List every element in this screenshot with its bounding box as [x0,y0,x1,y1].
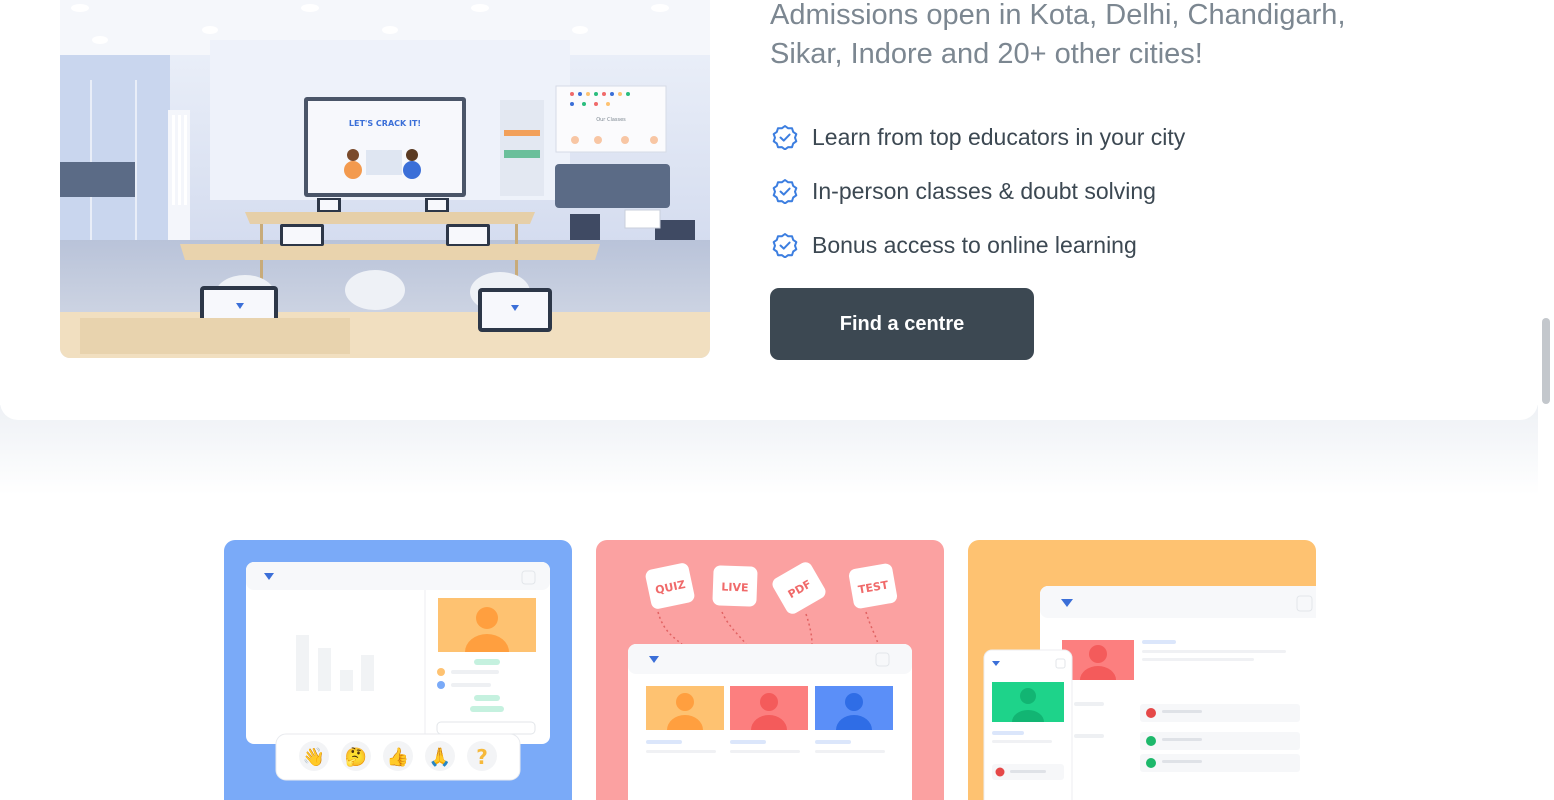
thinking-emoji-icon: 🤔 [345,747,367,768]
check-circle-icon [772,124,798,150]
screen-text: LET'S CRACK IT! [349,119,421,128]
study-formats-illustration-card: QUIZ LIVE PDF TEST [596,540,944,800]
feature-label: In-person classes & doubt solving [812,177,1156,204]
feature-label: Bonus access to online learning [812,231,1137,258]
board-caption: Our Classes [596,117,626,123]
feature-list: Learn from top educators in your city In… [772,110,1185,272]
feature-item: In-person classes & doubt solving [772,164,1185,218]
scrollbar-thumb[interactable] [1542,318,1550,404]
thumbs-up-emoji-icon: 👍 [387,746,409,768]
find-centre-button[interactable]: Find a centre [770,288,1034,360]
multi-device-illustration-card [968,540,1316,800]
live-tag: LIVE [721,581,749,595]
pray-emoji-icon: 🙏 [429,747,451,768]
live-class-illustration-card: 👋 🤔 👍 🙏 ? [224,540,572,800]
wave-emoji-icon: 👋 [303,747,325,768]
check-circle-icon [772,232,798,258]
feature-label: Learn from top educators in your city [812,123,1186,150]
offline-centres-card: LET'S CRACK IT! Our Classes Admissions o… [0,0,1538,420]
question-icon: ? [476,745,488,769]
format-tags: QUIZ LIVE PDF TEST [645,562,898,614]
admissions-headline: Admissions open in Kota, Delhi, Chandiga… [770,0,1346,70]
feature-item: Bonus access to online learning [772,218,1185,272]
classroom-photo: LET'S CRACK IT! Our Classes [60,0,710,358]
check-circle-icon [772,178,798,204]
feature-item: Learn from top educators in your city [772,110,1185,164]
